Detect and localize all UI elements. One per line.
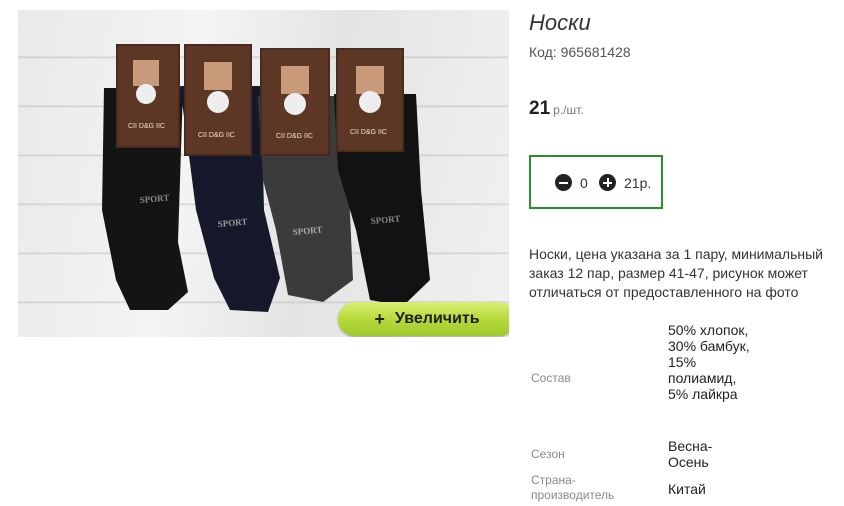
- spec-composition-label: Состав: [531, 371, 571, 385]
- product-image[interactable]: CII D&G IIC CII D&G IIC CII D&G IIC CII …: [18, 10, 509, 337]
- socks-illustration: CII D&G IIC CII D&G IIC CII D&G IIC CII …: [102, 44, 430, 312]
- minus-icon: [559, 181, 568, 184]
- pack-brand-3: CII D&G IIC: [276, 133, 313, 140]
- plus-icon-v: [606, 178, 609, 187]
- code-label: Код:: [529, 44, 557, 60]
- plus-icon: +: [374, 308, 385, 329]
- spec-season-label: Сезон: [531, 447, 565, 461]
- decrease-button[interactable]: [555, 174, 572, 191]
- increase-button[interactable]: [599, 174, 616, 191]
- pack-tag-1: [116, 44, 180, 148]
- zoom-button[interactable]: + Увеличить: [338, 302, 509, 336]
- quantity-selector: 0 21р.: [529, 155, 663, 209]
- product-description: Носки, цена указана за 1 пару, минимальн…: [529, 246, 823, 300]
- pack-brand-2: CII D&G IIC: [198, 132, 235, 139]
- zoom-label: Увеличить: [394, 310, 480, 327]
- product-title: Носки: [529, 10, 591, 35]
- price-value: 21: [529, 98, 551, 119]
- quantity-value: 0: [580, 175, 588, 191]
- price-unit: р./шт.: [553, 103, 584, 117]
- spec-composition-value: 50% хлопок, 30% бамбук, 15% полиамид, 5%…: [668, 322, 750, 402]
- product-code: Код: 965681428: [529, 44, 631, 60]
- product-price: 21 р./шт.: [529, 98, 584, 120]
- code-value: 965681428: [560, 44, 631, 60]
- spec-country-label: Страна-производитель: [531, 473, 615, 502]
- pack-brand-4: CII D&G IIC: [350, 129, 387, 136]
- spec-country-value: Китай: [668, 481, 706, 497]
- spec-season-value: Весна-Осень: [668, 438, 713, 470]
- pack-tag-4: [336, 48, 404, 152]
- quantity-sum: 21р.: [624, 175, 652, 191]
- pack-brand-1: CII D&G IIC: [128, 123, 165, 130]
- pack-tag-2: [184, 44, 252, 156]
